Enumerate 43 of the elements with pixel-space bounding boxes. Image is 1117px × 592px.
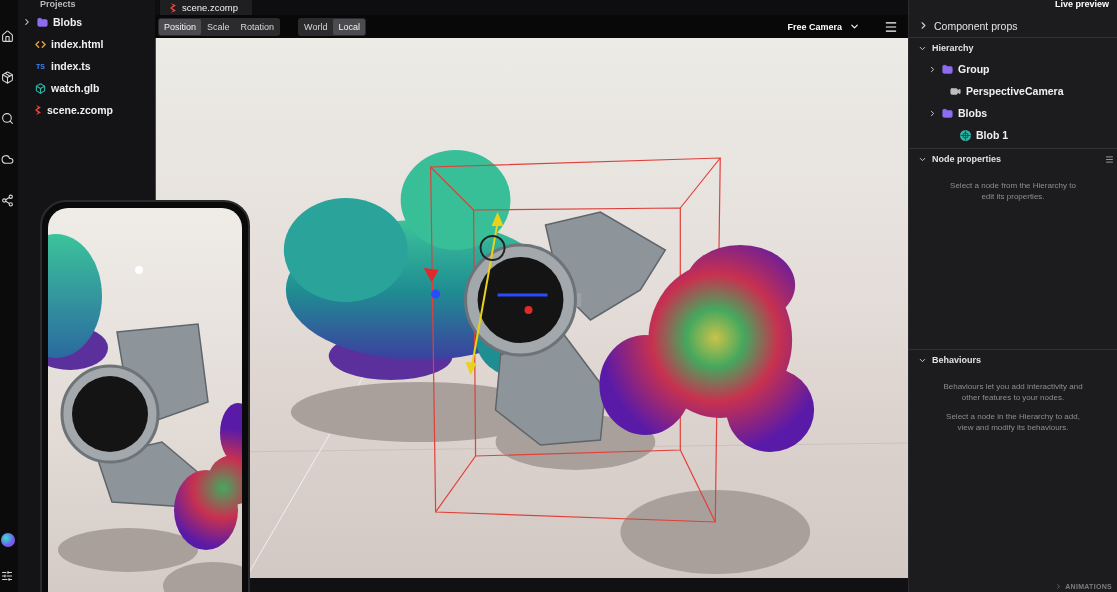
file-item[interactable]: index.html xyxy=(18,33,108,55)
home-icon[interactable] xyxy=(1,30,14,43)
hint-text: Behaviours let you add interactivity and other features to your nodes. xyxy=(942,381,1084,403)
section-header[interactable]: Hierarchy xyxy=(909,38,978,58)
hierarchy-item[interactable]: Blobs xyxy=(909,102,992,124)
hierarchy-item[interactable]: Group xyxy=(909,58,994,80)
file-item[interactable]: Blobs xyxy=(18,11,87,33)
folder-icon xyxy=(942,63,953,75)
share-icon[interactable] xyxy=(1,194,14,207)
folder-icon xyxy=(37,16,48,28)
space-button[interactable]: Local xyxy=(333,18,365,35)
file-item[interactable]: scene.zcomp xyxy=(18,99,117,121)
section-header[interactable]: Component props xyxy=(909,14,1022,37)
hint-text: Select a node in the Hierarchy to add, view and modify its behaviours. xyxy=(945,411,1081,433)
transform-mode-button[interactable]: Scale xyxy=(202,18,235,35)
camera-dropdown[interactable]: Free Camera xyxy=(787,21,860,32)
avatar-icon[interactable] xyxy=(1,533,15,547)
zigzag-icon xyxy=(170,2,177,13)
chevron-icon xyxy=(849,21,860,32)
space-button[interactable]: World xyxy=(299,18,333,35)
editor-tab[interactable]: scene.zcomp xyxy=(160,0,252,15)
section-header[interactable]: Node properties xyxy=(909,149,1005,169)
search-icon[interactable] xyxy=(1,112,14,125)
sliders-icon[interactable] xyxy=(1,570,13,582)
cube-icon xyxy=(35,82,46,94)
video-camera-icon xyxy=(950,85,961,97)
panel-title: Projects xyxy=(39,0,76,11)
transform-mode-button[interactable]: Position xyxy=(159,18,202,35)
section-header[interactable]: Behaviours xyxy=(909,350,986,370)
cloud-icon[interactable] xyxy=(1,153,14,166)
file-item[interactable]: watch.glb xyxy=(18,77,104,99)
package-icon[interactable] xyxy=(1,71,14,84)
menu-icon[interactable] xyxy=(884,19,898,34)
zigzag-icon xyxy=(35,105,42,115)
hierarchy-item[interactable]: PerspectiveCamera xyxy=(909,80,1068,102)
code-icon xyxy=(35,38,46,50)
transform-mode-button[interactable]: Rotation xyxy=(235,18,280,35)
menu-icon[interactable] xyxy=(1105,154,1114,164)
mesh-sphere-icon xyxy=(960,129,971,141)
folder-icon xyxy=(942,107,953,119)
panel-title: Live preview xyxy=(1054,0,1109,9)
hint-text: Select a node from the Hierarchy to edit its properties. xyxy=(949,180,1077,202)
hierarchy-item[interactable]: Blob 1 xyxy=(909,124,1013,146)
